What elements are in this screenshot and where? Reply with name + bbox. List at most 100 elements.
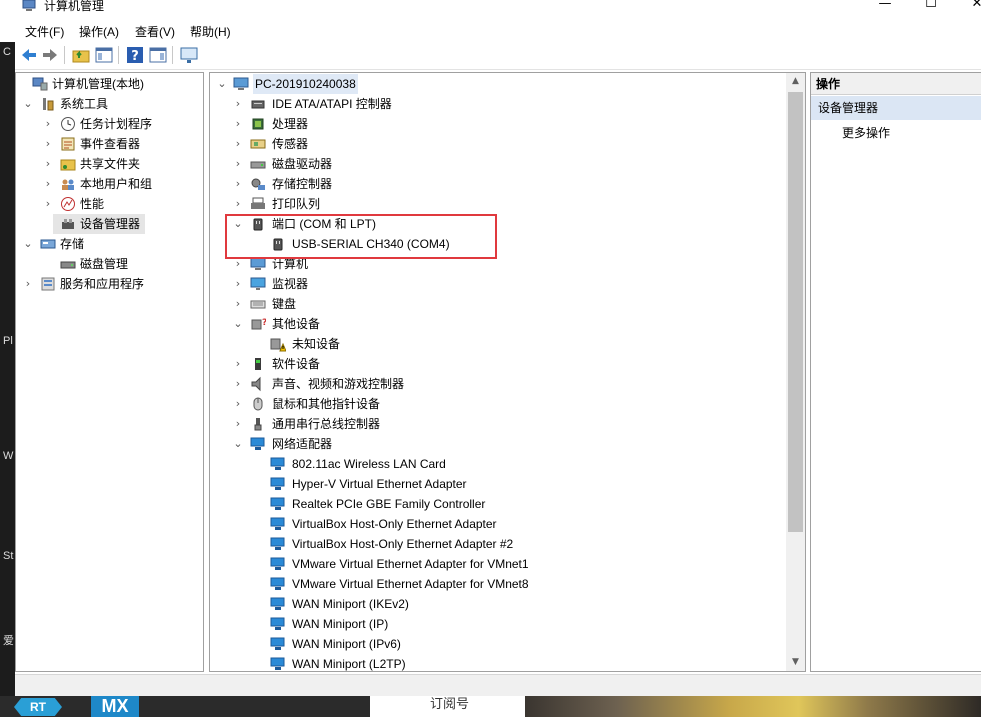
device-tree-item[interactable]: › 声音、视频和游戏控制器 bbox=[210, 374, 785, 394]
tree-item-7[interactable]: 设备管理器 bbox=[53, 214, 145, 234]
device-tree-item[interactable]: › 鼠标和其他指针设备 bbox=[210, 394, 785, 414]
scroll-up-arrow-icon[interactable]: ▲ bbox=[786, 73, 805, 90]
device-tree-item-label: VMware Virtual Ethernet Adapter for VMne… bbox=[292, 557, 529, 571]
chevron-down-icon[interactable]: ⌄ bbox=[22, 94, 34, 114]
device-tree-item[interactable]: ⌄ 网络适配器 bbox=[210, 434, 785, 454]
chevron-right-icon[interactable]: › bbox=[232, 354, 244, 374]
close-button[interactable]: ✕ bbox=[954, 0, 981, 14]
forward-arrow-icon[interactable] bbox=[40, 45, 60, 65]
title-bar: 计算机管理 — ☐ ✕ bbox=[0, 0, 981, 18]
monitor-scan-icon[interactable] bbox=[179, 45, 199, 65]
chevron-right-icon[interactable]: › bbox=[42, 154, 54, 174]
more-actions-link[interactable]: 更多操作 bbox=[842, 124, 890, 141]
device-tree-item[interactable]: WAN Miniport (IPv6) bbox=[210, 634, 785, 654]
tree-item-6[interactable]: › 性能 bbox=[16, 194, 201, 214]
device-tree-item-label: 打印队列 bbox=[272, 197, 321, 211]
computer-management-icon bbox=[22, 0, 36, 11]
device-tree-item-label: WAN Miniport (IP) bbox=[292, 617, 389, 631]
device-tree-item-label: 存储控制器 bbox=[272, 177, 333, 191]
chevron-right-icon[interactable]: › bbox=[232, 94, 244, 114]
console-tree-pane: 计算机管理(本地) ⌄ 系统工具 › 任务计划程序 › 事件查看器 › 共享文件夹 › 本地用户和组… bbox=[15, 72, 204, 672]
up-folder-icon[interactable] bbox=[71, 45, 91, 65]
device-tree-item[interactable]: 未知设备 bbox=[210, 334, 785, 354]
back-arrow-icon[interactable] bbox=[19, 45, 39, 65]
chevron-right-icon[interactable]: › bbox=[42, 194, 54, 214]
minimize-button[interactable]: — bbox=[862, 0, 908, 14]
device-tree-item[interactable]: › 存储控制器 bbox=[210, 174, 785, 194]
device-tree-item-label: 802.11ac Wireless LAN Card bbox=[292, 457, 446, 471]
chevron-right-icon[interactable]: › bbox=[232, 174, 244, 194]
chevron-right-icon[interactable]: › bbox=[232, 294, 244, 314]
menu-view[interactable]: 查看(V) bbox=[135, 23, 175, 40]
tree-item-10[interactable]: › 服务和应用程序 bbox=[16, 274, 201, 294]
tree-item-5[interactable]: › 本地用户和组 bbox=[16, 174, 201, 194]
svg-text:?: ? bbox=[262, 318, 266, 328]
tree-item-0[interactable]: 计算机管理(本地) bbox=[16, 74, 201, 94]
chevron-right-icon[interactable]: › bbox=[232, 414, 244, 434]
device-tree-item[interactable]: › 监视器 bbox=[210, 274, 785, 294]
device-tree-item[interactable]: VirtualBox Host-Only Ethernet Adapter bbox=[210, 514, 785, 534]
chevron-right-icon[interactable]: › bbox=[232, 114, 244, 134]
device-tree-item[interactable]: WAN Miniport (L2TP) bbox=[210, 654, 785, 671]
menu-help[interactable]: 帮助(H) bbox=[190, 23, 231, 40]
device-tree-item[interactable]: WAN Miniport (IKEv2) bbox=[210, 594, 785, 614]
device-tree-item[interactable]: › 处理器 bbox=[210, 114, 785, 134]
tree-item-label: 共享文件夹 bbox=[80, 157, 141, 171]
actions-section-device-manager[interactable]: 设备管理器 bbox=[811, 96, 981, 120]
device-tree-item[interactable]: VirtualBox Host-Only Ethernet Adapter #2 bbox=[210, 534, 785, 554]
chevron-right-icon[interactable]: › bbox=[42, 174, 54, 194]
mx-app-button[interactable]: MX bbox=[91, 696, 139, 717]
tree-item-3[interactable]: › 事件查看器 bbox=[16, 134, 201, 154]
device-tree-item[interactable]: WAN Miniport (IP) bbox=[210, 614, 785, 634]
chevron-right-icon[interactable]: › bbox=[42, 134, 54, 154]
device-tree-item[interactable]: › 软件设备 bbox=[210, 354, 785, 374]
device-tree-item[interactable]: ⌄? 其他设备 bbox=[210, 314, 785, 334]
device-tree-item-label: 其他设备 bbox=[272, 317, 321, 331]
chevron-right-icon[interactable]: › bbox=[22, 274, 34, 294]
tree-item-2[interactable]: › 任务计划程序 bbox=[16, 114, 201, 134]
chevron-right-icon[interactable]: › bbox=[42, 114, 54, 134]
device-tree-item[interactable]: VMware Virtual Ethernet Adapter for VMne… bbox=[210, 554, 785, 574]
device-tree-item[interactable]: › IDE ATA/ATAPI 控制器 bbox=[210, 94, 785, 114]
tools-icon bbox=[40, 96, 56, 112]
device-tree-item[interactable]: › 键盘 bbox=[210, 294, 785, 314]
storage-controller-icon bbox=[250, 176, 266, 192]
tree-item-9[interactable]: 磁盘管理 bbox=[16, 254, 201, 274]
chevron-right-icon[interactable]: › bbox=[232, 194, 244, 214]
properties-icon[interactable] bbox=[148, 45, 168, 65]
chevron-down-icon[interactable]: ⌄ bbox=[22, 234, 34, 254]
device-tree-item[interactable]: VMware Virtual Ethernet Adapter for VMne… bbox=[210, 574, 785, 594]
device-tree-item[interactable]: › 传感器 bbox=[210, 134, 785, 154]
chevron-down-icon[interactable]: ⌄ bbox=[216, 74, 228, 94]
window-title: 计算机管理 bbox=[44, 0, 105, 13]
menu-file[interactable]: 文件(F) bbox=[25, 23, 64, 40]
device-tree-item[interactable]: › 打印队列 bbox=[210, 194, 785, 214]
tree-item-8[interactable]: ⌄ 存储 bbox=[16, 234, 201, 254]
menu-action[interactable]: 操作(A) bbox=[79, 23, 119, 40]
device-tree-item[interactable]: Realtek PCIe GBE Family Controller bbox=[210, 494, 785, 514]
device-tree-item[interactable]: 802.11ac Wireless LAN Card bbox=[210, 454, 785, 474]
chevron-down-icon[interactable]: ⌄ bbox=[232, 434, 244, 454]
network-adapter-icon bbox=[270, 556, 286, 572]
maximize-button[interactable]: ☐ bbox=[908, 0, 954, 14]
scroll-thumb[interactable] bbox=[788, 92, 803, 532]
scroll-down-arrow-icon[interactable]: ▼ bbox=[786, 654, 805, 671]
background-window-strip: C Pl W St 爱 bbox=[0, 42, 15, 697]
chevron-right-icon[interactable]: › bbox=[232, 134, 244, 154]
subscription-window[interactable]: 订阅号 bbox=[370, 696, 525, 717]
tree-item-1[interactable]: ⌄ 系统工具 bbox=[16, 94, 201, 114]
vertical-scrollbar[interactable]: ▲ ▼ bbox=[786, 73, 805, 671]
chevron-right-icon[interactable]: › bbox=[232, 154, 244, 174]
chevron-right-icon[interactable]: › bbox=[232, 394, 244, 414]
device-tree-item[interactable]: Hyper-V Virtual Ethernet Adapter bbox=[210, 474, 785, 494]
rt-app-button[interactable]: RT bbox=[14, 698, 62, 716]
device-tree-item-label: 磁盘驱动器 bbox=[272, 157, 333, 171]
chevron-down-icon[interactable]: ⌄ bbox=[232, 314, 244, 334]
show-hide-tree-icon[interactable] bbox=[94, 45, 114, 65]
help-icon[interactable]: ? bbox=[125, 45, 145, 65]
chevron-right-icon[interactable]: › bbox=[232, 274, 244, 294]
tree-item-4[interactable]: › 共享文件夹 bbox=[16, 154, 201, 174]
device-tree-item[interactable]: › 通用串行总线控制器 bbox=[210, 414, 785, 434]
device-tree-item[interactable]: › 磁盘驱动器 bbox=[210, 154, 785, 174]
chevron-right-icon[interactable]: › bbox=[232, 374, 244, 394]
